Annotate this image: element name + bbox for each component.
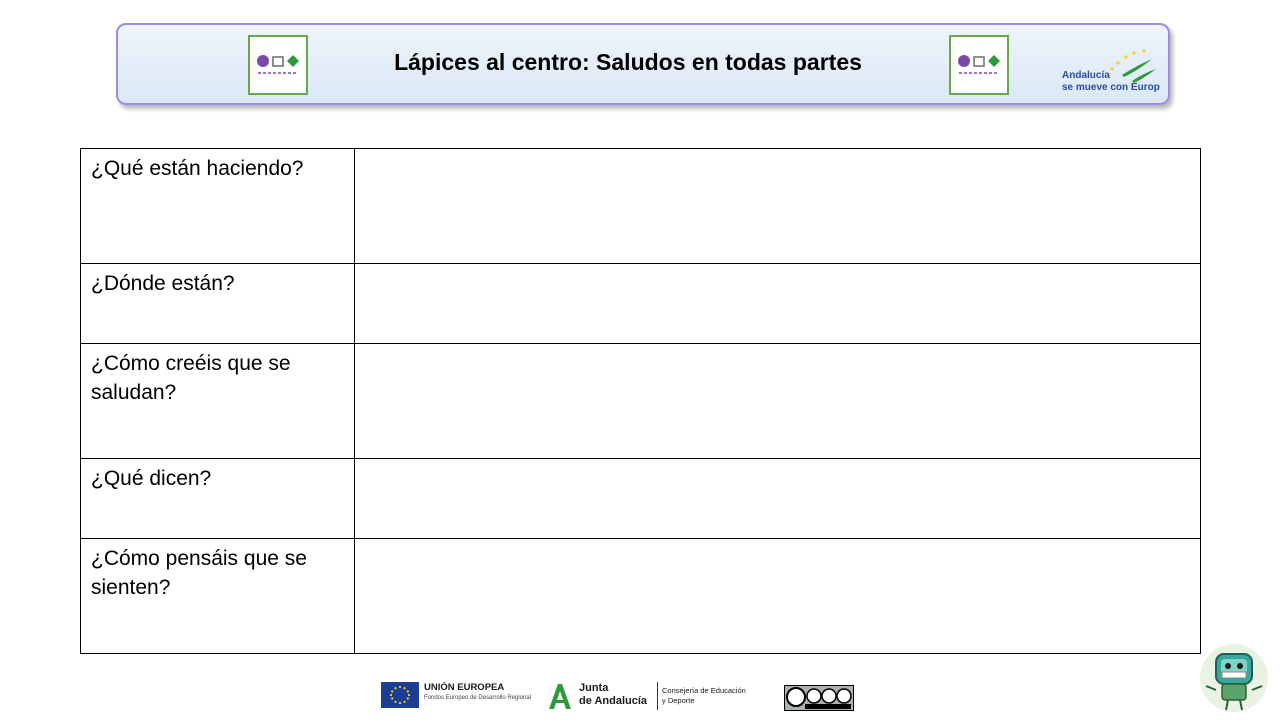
question-cell: ¿Cómo creéis que se saludan? bbox=[80, 343, 355, 459]
footer-logos: UNIÓN EUROPEA Fondos Europeo de Desarrol… bbox=[0, 678, 1280, 718]
question-cell: ¿Dónde están? bbox=[80, 263, 355, 344]
answer-cell[interactable] bbox=[354, 343, 1201, 459]
header-banner: Lápices al centro: Saludos en todas part… bbox=[116, 23, 1170, 105]
junta-line1: Junta bbox=[579, 682, 609, 694]
table-row: ¿Qué están haciendo? bbox=[80, 148, 1201, 264]
table-row: ¿Cómo creéis que se saludan? bbox=[80, 343, 1201, 459]
mta-logo-icon bbox=[949, 35, 1009, 95]
table-row: ¿Qué dicen? bbox=[80, 458, 1201, 539]
question-table: ¿Qué están haciendo? ¿Dónde están? ¿Cómo… bbox=[80, 148, 1201, 654]
answer-cell[interactable] bbox=[354, 458, 1201, 539]
consejeria-line2: y Deporte bbox=[662, 696, 695, 705]
partner-logo-line1: Andalucía bbox=[1062, 70, 1110, 81]
answer-cell[interactable] bbox=[354, 538, 1201, 654]
junta-line2: de Andalucía bbox=[579, 695, 648, 707]
robot-mascot-icon bbox=[1198, 640, 1270, 714]
partner-logo-line2: se mueve con Europa bbox=[1062, 82, 1160, 93]
andalucia-europa-logo: Andalucía se mueve con Europa bbox=[1060, 45, 1166, 95]
question-cell: ¿Cómo pensáis que se sienten? bbox=[80, 538, 355, 654]
table-row: ¿Cómo pensáis que se sienten? bbox=[80, 538, 1201, 654]
eu-title: UNIÓN EUROPEA bbox=[424, 682, 505, 693]
page-title: Lápices al centro: Saludos en todas part… bbox=[394, 49, 862, 75]
answer-cell[interactable] bbox=[354, 148, 1201, 264]
table-row: ¿Dónde están? bbox=[80, 263, 1201, 344]
consejeria-line1: Consejería de Educación bbox=[662, 686, 746, 695]
footer-divider bbox=[657, 682, 658, 710]
cc-by-nc-sa-icon bbox=[784, 685, 854, 711]
eu-flag-icon bbox=[381, 682, 419, 708]
junta-logo-icon bbox=[546, 682, 574, 710]
answer-cell[interactable] bbox=[354, 263, 1201, 344]
eu-subtitle: Fondos Europeo de Desarrollo Regional bbox=[424, 695, 532, 701]
question-cell: ¿Qué dicen? bbox=[80, 458, 355, 539]
question-cell: ¿Qué están haciendo? bbox=[80, 148, 355, 264]
